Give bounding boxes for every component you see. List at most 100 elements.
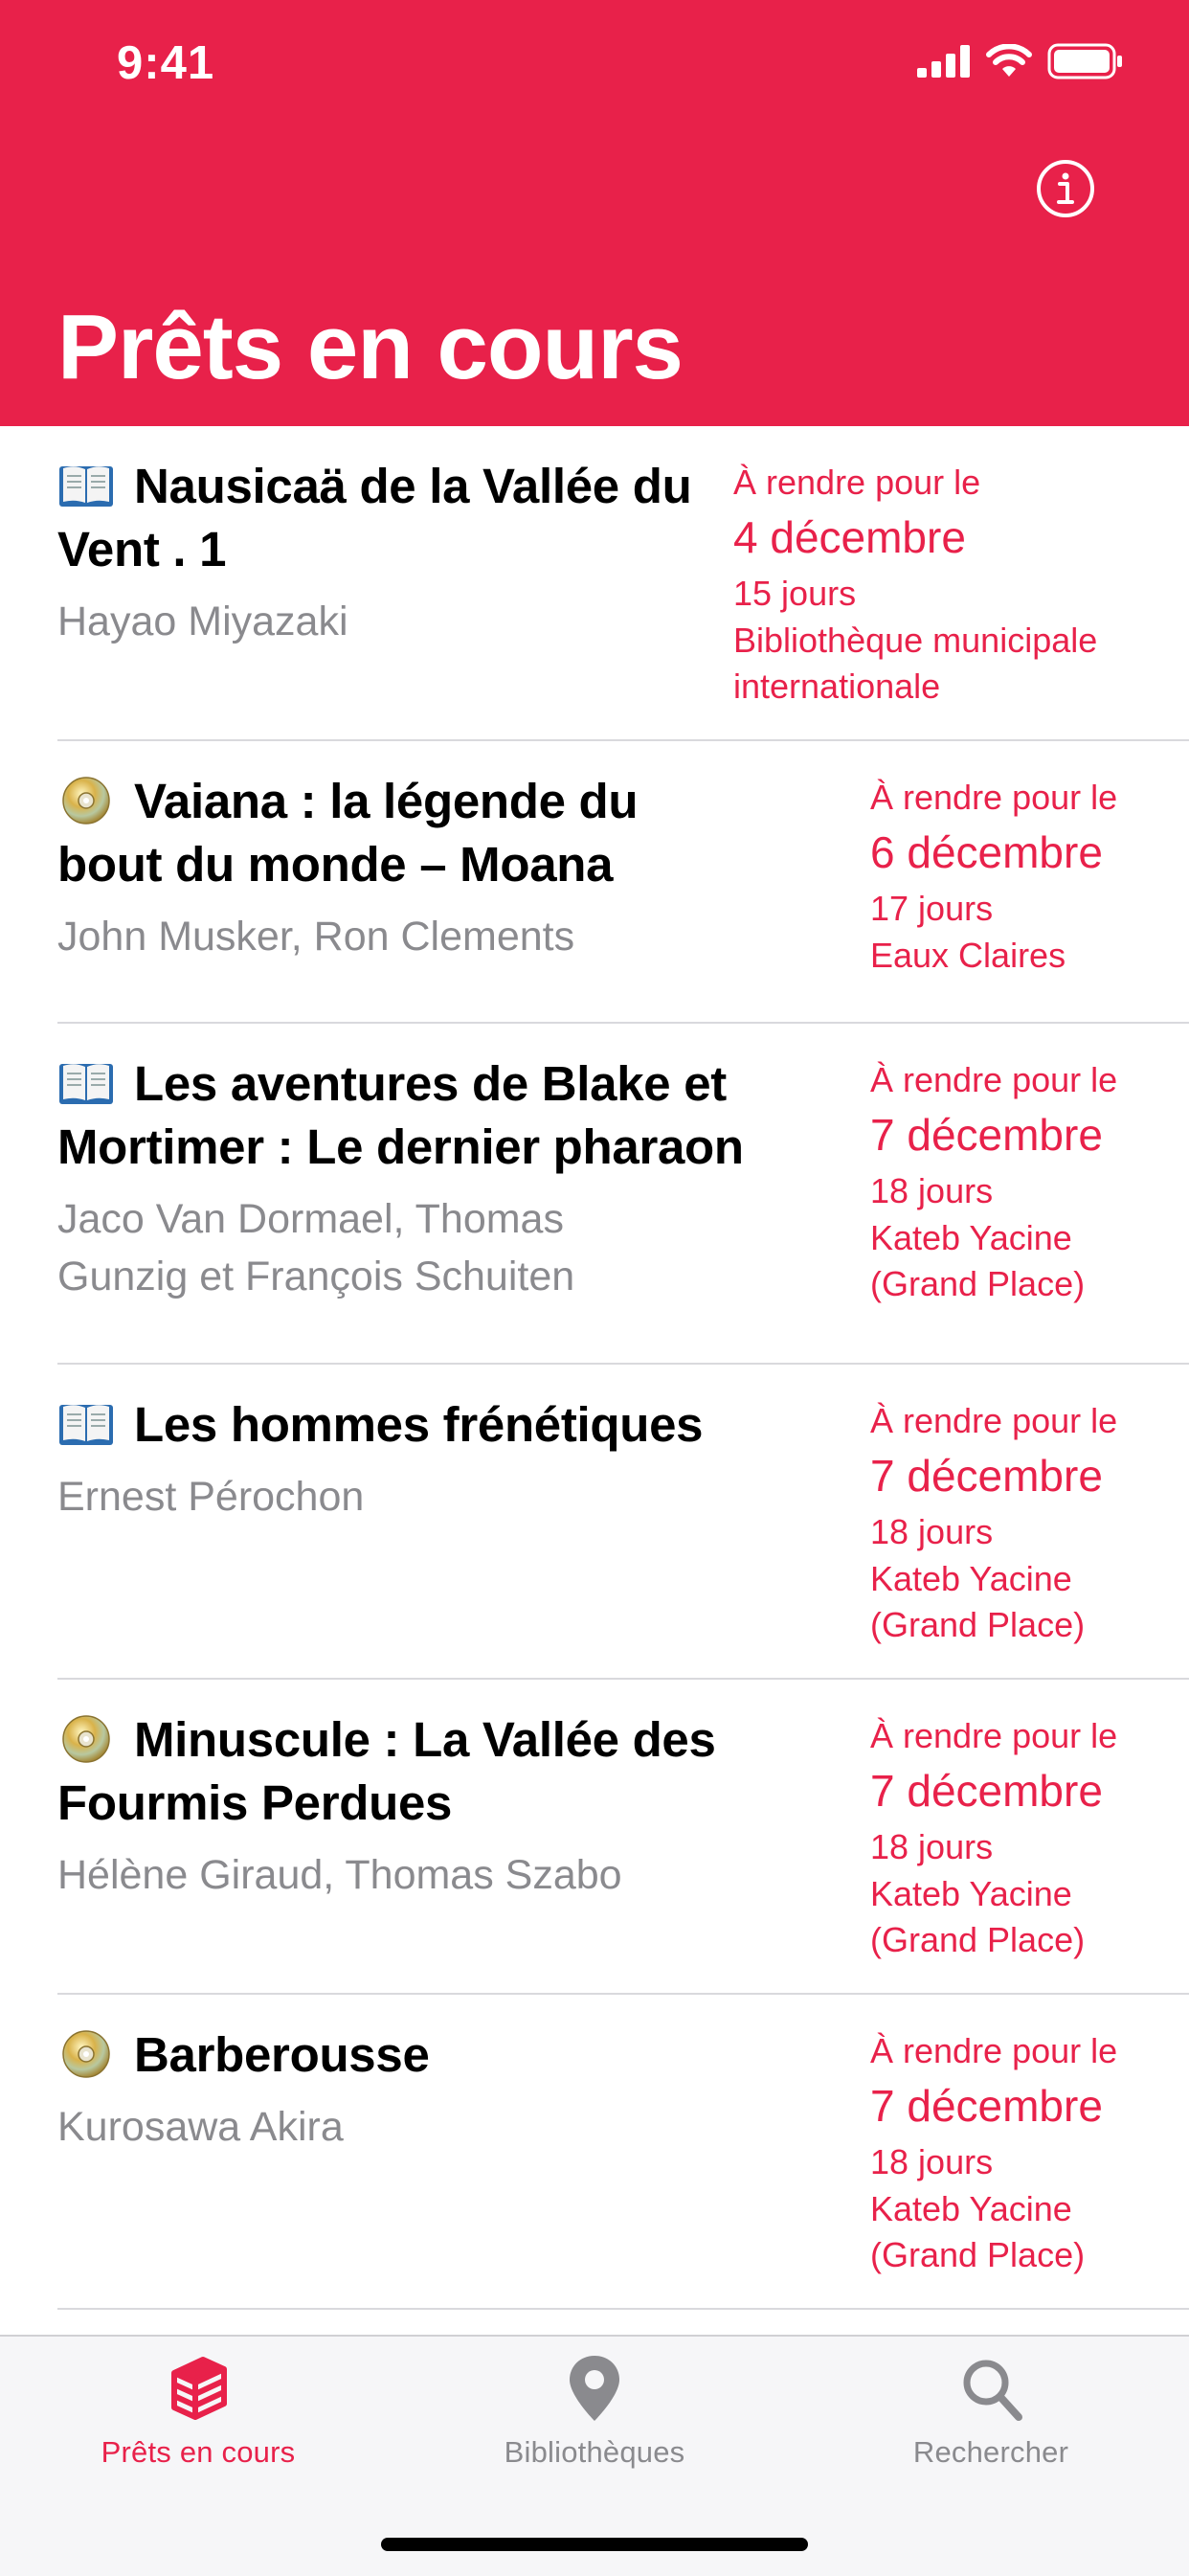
days-remaining: 18 jours xyxy=(870,1827,994,1866)
loan-author-line: John Musker, Ron Clements xyxy=(57,914,575,960)
row-separator xyxy=(57,1678,1189,1680)
loan-info: Vaiana : la légende du bout du monde – Mo… xyxy=(57,770,747,965)
cellular-signal-icon xyxy=(917,45,970,78)
loan-title-text: Barberousse xyxy=(134,2027,430,2082)
due-date: 7 décembre xyxy=(870,1451,1103,1501)
navigation-header: 9:41 Prêts en cours xyxy=(0,0,1189,426)
disc-icon xyxy=(62,2030,110,2078)
row-separator xyxy=(57,1993,1189,1995)
loan-author: Kurosawa Akira xyxy=(57,2098,747,2156)
library-name: Kateb Yacine xyxy=(870,1218,1072,1257)
status-time: 9:41 xyxy=(117,37,215,89)
due-info: À rendre pour le 7 décembre 18 jours Kateb … xyxy=(870,2027,1117,2278)
tab-label: Rechercher xyxy=(912,2435,1069,2469)
tab-rechercher[interactable]: Rechercher xyxy=(793,2352,1189,2470)
loan-author: Hayao Miyazaki xyxy=(57,593,747,650)
loan-title-line: Mortimer : Le dernier pharaon xyxy=(57,1116,747,1179)
loan-title-text: Mortimer : Le dernier pharaon xyxy=(57,1119,744,1174)
library-name: (Grand Place) xyxy=(870,2235,1086,2274)
due-date: 7 décembre xyxy=(870,2081,1103,2131)
loan-info: Les hommes frénétiques Ernest Pérochon xyxy=(57,1393,747,1525)
loan-author: John Musker, Ron Clements xyxy=(57,908,747,965)
loan-info: Barberousse Kurosawa Akira xyxy=(57,2023,747,2156)
loan-author-line: Jaco Van Dormael, Thomas xyxy=(57,1196,564,1242)
loan-title-line: Vaiana : la légende du xyxy=(57,770,747,833)
due-label: À rendre pour le xyxy=(870,1716,1118,1755)
row-separator xyxy=(57,1363,1189,1365)
due-info: À rendre pour le 4 décembre 15 jours Biblio… xyxy=(733,459,1097,710)
battery-icon xyxy=(1047,43,1122,79)
loan-info: Nausicaä de la Vallée du Vent . 1 Hayao Mi… xyxy=(57,455,747,650)
tab-bibliotheques[interactable]: Bibliothèques xyxy=(396,2352,793,2470)
status-icons xyxy=(917,42,1124,80)
row-separator xyxy=(57,2308,1189,2310)
library-name: (Grand Place) xyxy=(870,1605,1086,1644)
loan-title-text: Vent . 1 xyxy=(57,522,227,576)
home-indicator xyxy=(381,2538,808,2551)
loan-title-line: Les hommes frénétiques xyxy=(57,1393,747,1457)
due-info: À rendre pour le 7 décembre 18 jours Kateb … xyxy=(870,1712,1117,1963)
loan-title-line: Vent . 1 xyxy=(57,518,747,581)
loan-title-line: bout du monde – Moana xyxy=(57,833,747,896)
loan-title-line: Fourmis Perdues xyxy=(57,1772,747,1835)
library-name: (Grand Place) xyxy=(870,1264,1086,1303)
due-date: 7 décembre xyxy=(870,1766,1103,1816)
library-name: Kateb Yacine xyxy=(870,1559,1072,1598)
due-date: 7 décembre xyxy=(870,1110,1103,1160)
loan-title-text: Minuscule : La Vallée des xyxy=(134,1712,716,1767)
book-icon xyxy=(59,466,113,507)
loan-title-text: Vaiana : la légende du xyxy=(134,774,639,828)
loan-title-line: Barberousse xyxy=(57,2023,747,2087)
library-name: Bibliothèque municipale xyxy=(733,621,1098,660)
loan-title-text: Les aventures de Blake et xyxy=(134,1056,727,1111)
loan-title-text: bout du monde – Moana xyxy=(57,837,614,892)
wifi-icon xyxy=(986,44,1032,77)
loan-author-line: Hayao Miyazaki xyxy=(57,599,348,644)
map-pin-icon xyxy=(570,2356,619,2421)
disc-icon xyxy=(62,777,110,825)
book-icon xyxy=(59,1064,113,1104)
row-separator xyxy=(57,739,1189,741)
tab-label: Prêts en cours xyxy=(101,2435,296,2469)
loan-author-line: Hélène Giraud, Thomas Szabo xyxy=(57,1852,622,1898)
loan-title-line: Nausicaä de la Vallée du xyxy=(57,455,747,518)
due-label: À rendre pour le xyxy=(870,1401,1118,1440)
loan-title-line: Les aventures de Blake et xyxy=(57,1052,747,1116)
search-icon xyxy=(963,2360,1022,2421)
due-date: 6 décembre xyxy=(870,827,1103,877)
tab-prets-en-cours[interactable]: Prêts en cours xyxy=(0,2352,396,2470)
books-stack-icon xyxy=(171,2357,227,2420)
due-info: À rendre pour le 7 décembre 18 jours Kateb … xyxy=(870,1056,1117,1307)
library-name: Kateb Yacine xyxy=(870,2189,1072,2228)
due-label: À rendre pour le xyxy=(870,1060,1118,1099)
loan-author: Jaco Van Dormael, Thomas Gunzig et Franço… xyxy=(57,1190,747,1305)
due-label: À rendre pour le xyxy=(733,463,981,502)
loan-author: Hélène Giraud, Thomas Szabo xyxy=(57,1846,747,1904)
loan-title-text: Nausicaä de la Vallée du xyxy=(134,459,692,513)
loan-info: Les aventures de Blake et Mortimer : Le d… xyxy=(57,1052,747,1305)
due-info: À rendre pour le 7 décembre 18 jours Kateb … xyxy=(870,1397,1117,1648)
loan-author-line: Ernest Pérochon xyxy=(57,1474,365,1520)
loan-info: Minuscule : La Vallée des Fourmis Perdues… xyxy=(57,1708,747,1904)
row-separator xyxy=(57,1022,1189,1024)
tab-label: Bibliothèques xyxy=(504,2435,685,2469)
due-label: À rendre pour le xyxy=(870,778,1118,817)
due-label: À rendre pour le xyxy=(870,2031,1118,2070)
loan-title-text: Les hommes frénétiques xyxy=(134,1397,704,1452)
loan-title-text: Fourmis Perdues xyxy=(57,1775,453,1830)
loan-title-line: Minuscule : La Vallée des xyxy=(57,1708,747,1772)
library-name: internationale xyxy=(733,667,941,706)
info-icon[interactable] xyxy=(1035,158,1096,219)
page-title: Prêts en cours xyxy=(57,296,684,398)
days-remaining: 18 jours xyxy=(870,1512,994,1551)
days-remaining: 18 jours xyxy=(870,1171,994,1210)
book-icon xyxy=(59,1405,113,1445)
loan-author: Ernest Pérochon xyxy=(57,1468,747,1525)
library-name: Eaux Claires xyxy=(870,936,1066,975)
days-remaining: 17 jours xyxy=(870,889,994,928)
days-remaining: 15 jours xyxy=(733,574,857,613)
loan-author-line: Gunzig et François Schuiten xyxy=(57,1254,575,1299)
due-date: 4 décembre xyxy=(733,512,966,562)
disc-icon xyxy=(62,1715,110,1763)
due-info: À rendre pour le 6 décembre 17 jours Eaux C… xyxy=(870,774,1117,979)
